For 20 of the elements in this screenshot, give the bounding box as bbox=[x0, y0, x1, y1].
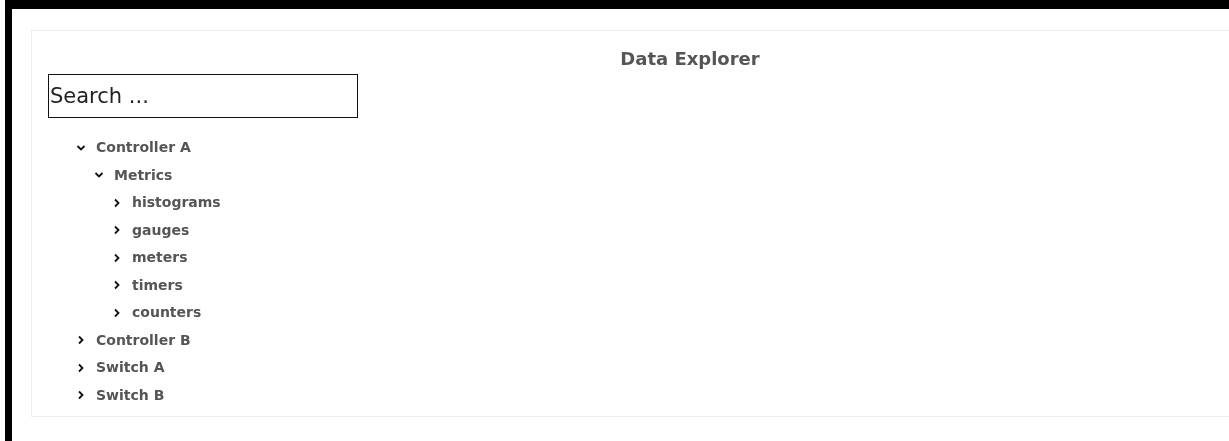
tree-item-label[interactable]: counters bbox=[132, 302, 202, 324]
chevron-right-icon[interactable] bbox=[112, 307, 122, 318]
tree-item-label[interactable]: Switch A bbox=[96, 357, 165, 379]
tree-item-label[interactable]: Controller A bbox=[96, 137, 191, 159]
chevron-right-icon[interactable] bbox=[112, 197, 122, 208]
chevron-right-icon[interactable] bbox=[112, 252, 122, 263]
tree-item-label[interactable]: histograms bbox=[132, 192, 221, 214]
chevron-right-icon[interactable] bbox=[112, 225, 122, 236]
tree-item-label[interactable]: gauges bbox=[132, 219, 190, 241]
tree-item-label[interactable]: Switch B bbox=[96, 384, 165, 406]
tree-item-label[interactable]: Controller B bbox=[96, 329, 191, 351]
tree-item-label[interactable]: Metrics bbox=[114, 164, 173, 186]
search-field[interactable]: Search ... bbox=[48, 74, 358, 118]
chevron-right-icon[interactable] bbox=[76, 335, 86, 346]
tree-item-label[interactable]: timers bbox=[132, 274, 183, 296]
chevron-right-icon[interactable] bbox=[76, 362, 86, 373]
panel-title: Data Explorer bbox=[620, 47, 760, 71]
chevron-right-icon[interactable] bbox=[112, 280, 122, 291]
tree-item-label[interactable]: meters bbox=[132, 247, 188, 269]
chevron-right-icon[interactable] bbox=[76, 390, 86, 401]
